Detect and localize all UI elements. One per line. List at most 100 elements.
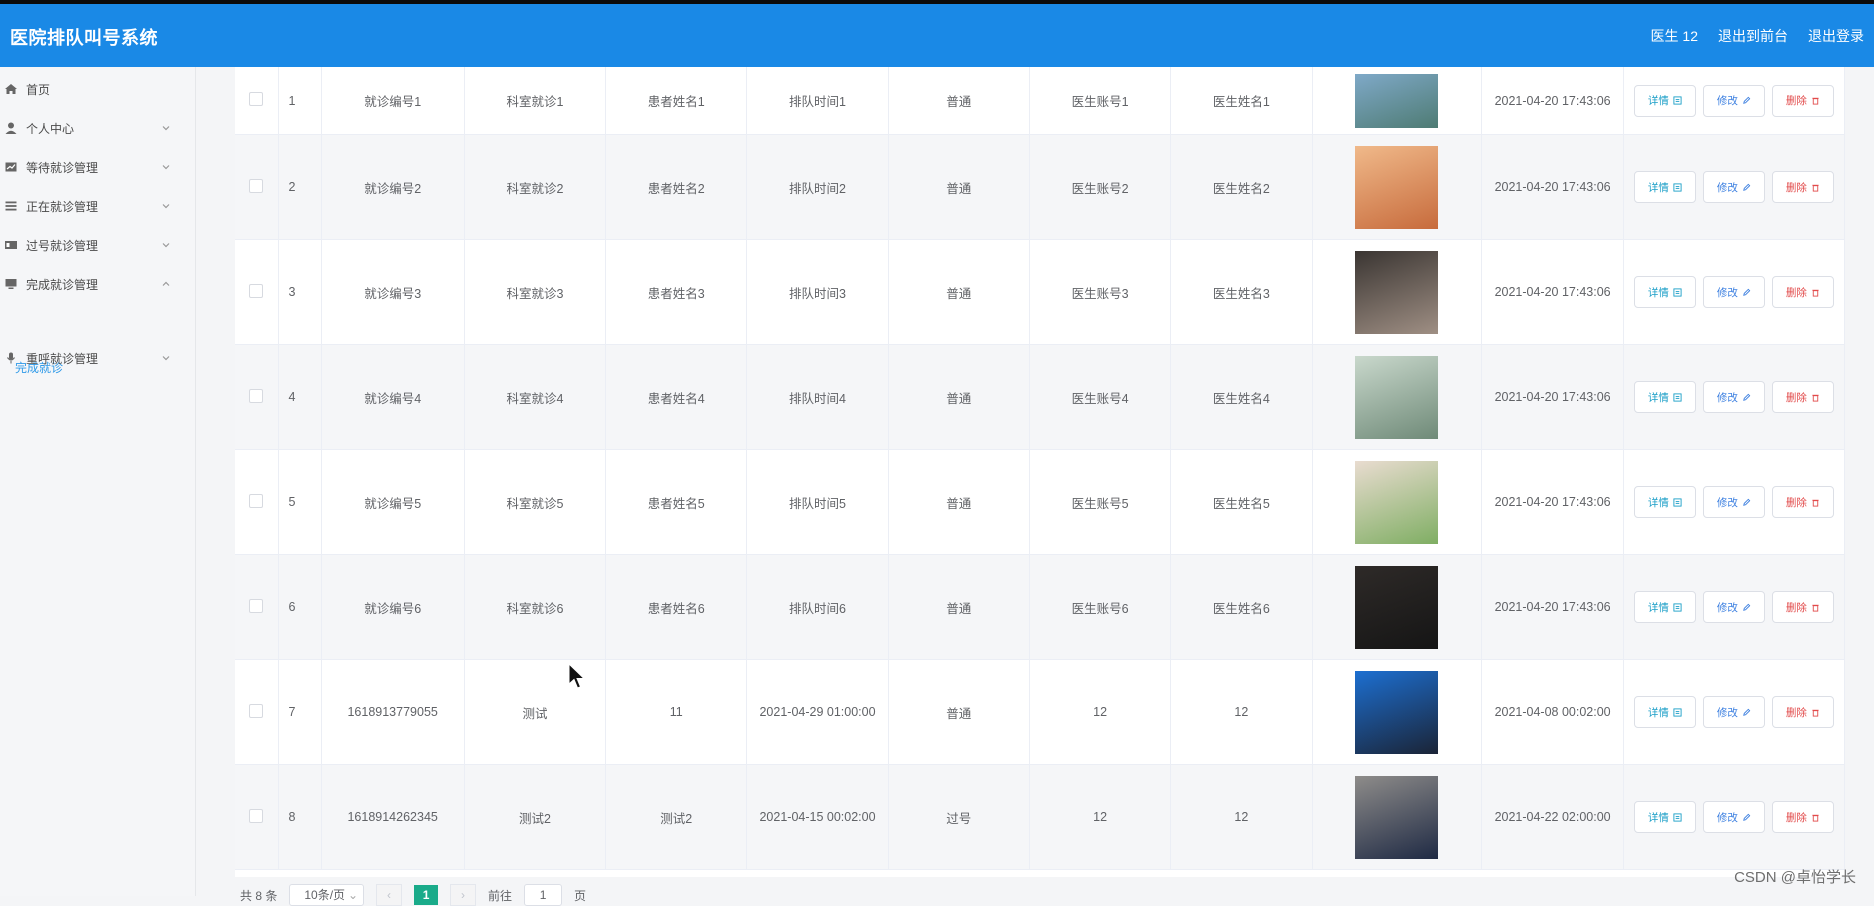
edit-button[interactable]: 修改: [1702, 276, 1765, 308]
row-index: 7: [278, 659, 322, 765]
patient-name: 11: [605, 659, 748, 765]
table-cell: [235, 67, 279, 135]
row-checkbox[interactable]: [249, 283, 264, 298]
detail-button[interactable]: 详情: [1633, 801, 1696, 833]
edit-button[interactable]: 修改: [1702, 696, 1765, 728]
visit-type: 普通: [888, 67, 1030, 135]
prev-page-button[interactable]: ‹: [376, 884, 403, 906]
row-index: 3: [278, 239, 322, 345]
patient-name: 患者姓名3: [605, 239, 748, 345]
current-user[interactable]: 医生 12: [1651, 26, 1698, 46]
trash-icon: [1812, 499, 1819, 507]
visit-number: 就诊编号3: [321, 239, 465, 345]
detail-button-label: 详情: [1647, 95, 1669, 107]
chevron-down-icon: [162, 126, 170, 131]
delete-button[interactable]: 删除: [1771, 486, 1834, 518]
row-checkbox[interactable]: [249, 598, 264, 613]
detail-button[interactable]: 详情: [1633, 84, 1696, 117]
document-icon: [1673, 392, 1682, 402]
document-icon: [1673, 182, 1682, 192]
edit-button-label: 修改: [1716, 391, 1738, 404]
patient-name: 患者姓名4: [605, 344, 748, 450]
detail-button[interactable]: 详情: [1633, 696, 1696, 728]
sidebar-item-missed[interactable]: 过号就诊管理: [0, 233, 195, 257]
table-row: 6 就诊编号6 科室就诊6 患者姓名6 排队时间6 普通 医生账号6 医生姓名6 2021-04…: [235, 554, 1845, 660]
document-icon: [1673, 497, 1682, 507]
document-icon: [1673, 287, 1682, 297]
sidebar-item-completed[interactable]: 完成就诊管理: [0, 272, 195, 296]
delete-button[interactable]: 删除: [1771, 801, 1834, 833]
doctor-account: 12: [1029, 659, 1172, 765]
chevron-down-icon: ⌄: [347, 888, 359, 902]
next-page-button[interactable]: ›: [450, 884, 477, 906]
visit-type: 普通: [888, 239, 1030, 345]
goto-page-input[interactable]: 1: [524, 884, 563, 906]
page-number-current[interactable]: 1: [414, 885, 439, 905]
row-checkbox[interactable]: [249, 703, 264, 718]
trash-icon: [1812, 394, 1819, 402]
row-actions: 详情 修改 删除: [1624, 171, 1844, 203]
pencil-icon: [1743, 393, 1751, 401]
card-icon: [5, 241, 17, 249]
created-time: 2021-04-20 17:43:06: [1481, 449, 1624, 555]
detail-button[interactable]: 详情: [1633, 486, 1696, 518]
department-visit: 科室就诊4: [464, 344, 607, 450]
delete-button[interactable]: 删除: [1771, 591, 1834, 623]
visit-number: 就诊编号6: [321, 554, 465, 660]
sidebar-item-home[interactable]: 首页: [0, 77, 195, 101]
doctor-photo: [1355, 145, 1439, 229]
delete-button[interactable]: 删除: [1771, 171, 1834, 203]
trash-icon: [1812, 709, 1819, 717]
table-cell: [235, 134, 279, 240]
detail-button[interactable]: 详情: [1633, 276, 1696, 308]
row-actions: 详情 修改 删除: [1624, 591, 1844, 623]
edit-button[interactable]: 修改: [1702, 381, 1765, 413]
edit-button[interactable]: 修改: [1702, 171, 1765, 203]
detail-button-label: 详情: [1647, 706, 1669, 719]
patient-name: 测试2: [605, 764, 748, 870]
doctor-name: 医生姓名5: [1170, 449, 1313, 555]
sidebar-item-waiting[interactable]: 等待就诊管理: [0, 155, 195, 179]
detail-button-label: 详情: [1647, 811, 1669, 824]
monitor-icon: [5, 279, 17, 289]
delete-button[interactable]: 删除: [1771, 84, 1834, 117]
row-checkbox[interactable]: [249, 92, 264, 106]
table-cell: 详情 修改 删除: [1623, 67, 1845, 135]
watermark: CSDN @卓怡学长: [1734, 869, 1856, 886]
sidebar-item-personal-center[interactable]: 个人中心: [0, 116, 195, 140]
row-checkbox[interactable]: [249, 493, 264, 508]
table-cell: [1312, 659, 1483, 765]
sidebar-item-in-progress[interactable]: 正在就诊管理: [0, 194, 195, 218]
doctor-name: 医生姓名3: [1170, 239, 1313, 345]
table-cell: 详情 修改 删除: [1623, 764, 1845, 870]
detail-button[interactable]: 详情: [1633, 381, 1696, 413]
row-checkbox[interactable]: [249, 808, 264, 823]
delete-button[interactable]: 删除: [1771, 276, 1834, 308]
exit-to-front-link[interactable]: 退出到前台: [1718, 26, 1788, 46]
created-time: 2021-04-08 00:02:00: [1481, 659, 1624, 765]
queue-time: 排队时间6: [746, 554, 889, 660]
doctor-photo: [1355, 355, 1439, 439]
delete-button[interactable]: 删除: [1771, 381, 1834, 413]
edit-button[interactable]: 修改: [1702, 84, 1765, 117]
table-cell: 详情 修改 删除: [1623, 449, 1845, 555]
app-header: 医院排队叫号系统 医生 12 退出到前台 退出登录: [0, 4, 1874, 67]
pencil-icon: [1743, 708, 1751, 716]
page-size-select[interactable]: 10条/页 ⌄: [289, 884, 365, 906]
logout-link[interactable]: 退出登录: [1808, 26, 1864, 46]
doctor-photo: [1355, 670, 1439, 754]
doctor-account: 医生账号5: [1029, 449, 1172, 555]
detail-button[interactable]: 详情: [1633, 591, 1696, 623]
row-checkbox[interactable]: [249, 388, 264, 403]
document-icon: [1673, 707, 1682, 717]
detail-button[interactable]: 详情: [1633, 171, 1696, 203]
sidebar-item-recall[interactable]: 重呼就诊管理: [0, 346, 195, 370]
delete-button[interactable]: 删除: [1771, 696, 1834, 728]
edit-button[interactable]: 修改: [1702, 801, 1765, 833]
row-checkbox[interactable]: [249, 178, 264, 193]
edit-button[interactable]: 修改: [1702, 486, 1765, 518]
visit-type: 过号: [888, 764, 1030, 870]
patient-name: 患者姓名1: [605, 67, 748, 135]
sidebar-item-label: 个人中心: [26, 121, 75, 136]
edit-button[interactable]: 修改: [1702, 591, 1765, 623]
